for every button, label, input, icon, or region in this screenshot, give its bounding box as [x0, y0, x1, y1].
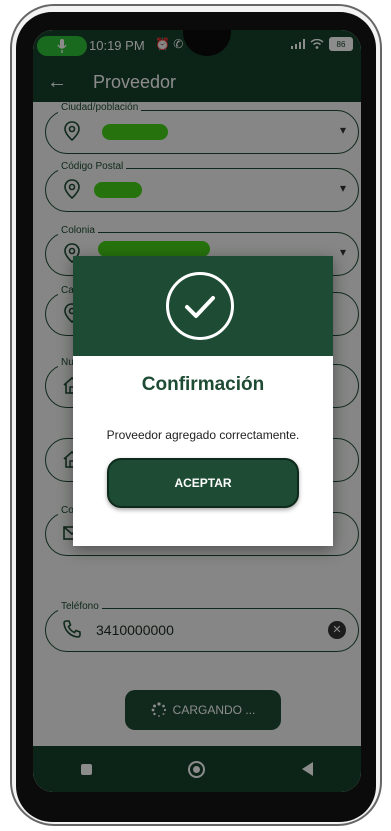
check-circle-icon — [166, 272, 234, 340]
dialog-message: Proveedor agregado correctamente. — [106, 428, 300, 442]
dialog-header — [73, 256, 333, 356]
confirmation-dialog: Confirmación Proveedor agregado correcta… — [73, 256, 333, 546]
checkmark-icon — [185, 296, 215, 318]
accept-button[interactable]: ACEPTAR — [107, 458, 299, 508]
dialog-title: Confirmación — [141, 374, 265, 395]
